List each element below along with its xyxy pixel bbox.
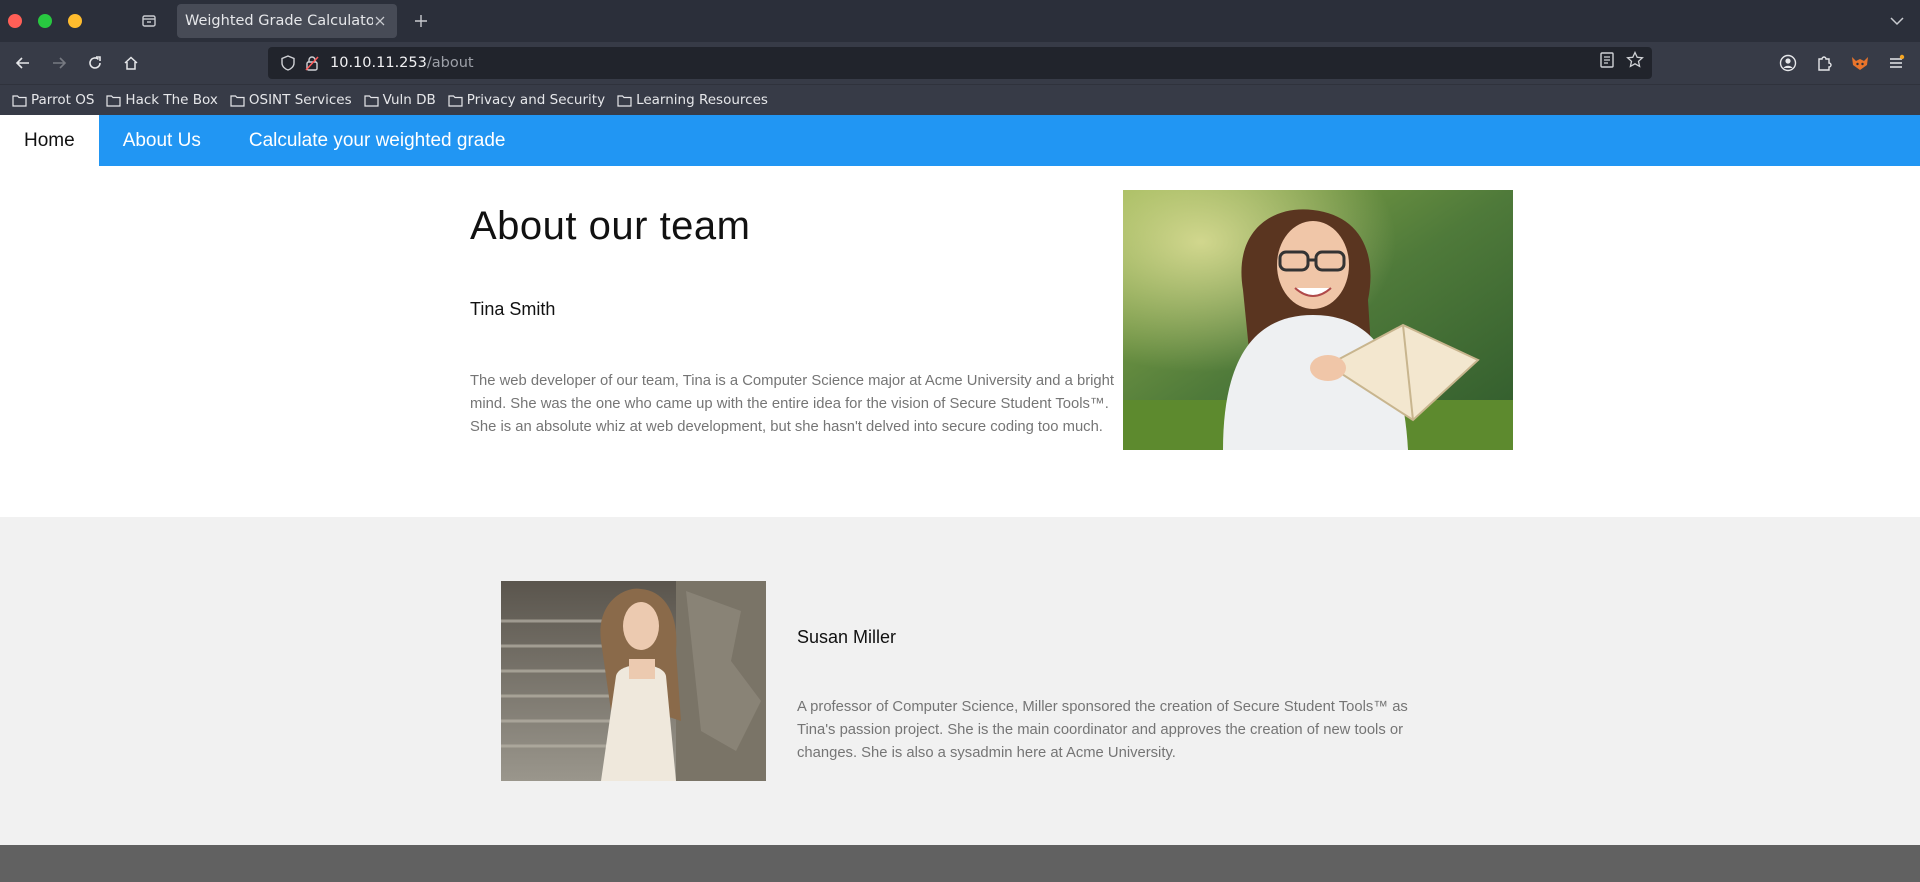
nav-about-us-link[interactable]: About Us	[99, 115, 225, 166]
bookmark-folder-parrot-os[interactable]: Parrot OS	[12, 92, 94, 108]
foxyproxy-extension-icon[interactable]	[1848, 51, 1872, 75]
susan-photo	[501, 581, 766, 781]
account-icon[interactable]	[1776, 51, 1800, 75]
back-arrow-icon[interactable]	[11, 51, 35, 75]
nav-home-link[interactable]: Home	[0, 115, 99, 166]
tab-overview-icon[interactable]	[138, 10, 160, 32]
member-description: A professor of Computer Science, Miller …	[797, 699, 1408, 761]
team-member-section-tina: About our team Tina Smith The web develo…	[0, 166, 1920, 517]
browser-tab-strip: Weighted Grade Calculator	[0, 0, 1920, 42]
tina-photo	[1123, 190, 1513, 450]
site-navigation: Home About Us Calculate your weighted gr…	[0, 115, 1920, 166]
home-icon[interactable]	[119, 51, 143, 75]
extensions-puzzle-icon[interactable]	[1812, 51, 1836, 75]
page-footer	[0, 845, 1920, 882]
nav-calculate-grade-link[interactable]: Calculate your weighted grade	[225, 115, 530, 166]
page-title: About our team	[470, 204, 751, 248]
bookmark-folder-hack-the-box[interactable]: Hack The Box	[106, 92, 218, 108]
folder-icon	[12, 94, 27, 107]
new-tab-icon[interactable]	[410, 10, 432, 32]
insecure-lock-icon[interactable]	[300, 51, 324, 75]
bookmark-label: OSINT Services	[248, 92, 352, 108]
folder-icon	[106, 94, 122, 107]
address-bar[interactable]: 10.10.11.253/about	[268, 47, 1652, 79]
browser-toolbar: 10.10.11.253/about	[0, 42, 1920, 84]
app-menu-icon[interactable]	[1884, 51, 1908, 75]
folder-icon	[448, 94, 463, 107]
shield-icon[interactable]	[276, 51, 300, 75]
bookmark-label: Learning Resources	[636, 92, 768, 108]
maximize-window-button[interactable]	[38, 14, 52, 28]
tab-list-chevron-icon[interactable]	[1888, 12, 1906, 30]
url-path: /about	[426, 55, 474, 71]
folder-icon	[617, 94, 632, 107]
member-description: The web developer of our team, Tina is a…	[470, 373, 1114, 435]
bookmark-folder-osint-services[interactable]: OSINT Services	[230, 92, 352, 108]
close-tab-icon[interactable]	[373, 14, 387, 28]
team-member-section-susan: Susan Miller A professor of Computer Sci…	[0, 517, 1920, 845]
forward-arrow-icon[interactable]	[47, 51, 71, 75]
bookmark-star-icon[interactable]	[1626, 50, 1644, 73]
folder-icon	[364, 94, 379, 107]
bookmark-label: Hack The Box	[125, 92, 218, 108]
reader-view-icon[interactable]	[1598, 51, 1616, 73]
reload-icon[interactable]	[83, 51, 107, 75]
bookmark-folder-privacy-and-security[interactable]: Privacy and Security	[448, 92, 605, 108]
member-name: Susan Miller	[797, 627, 897, 647]
url-host: 10.10.11.253	[330, 55, 427, 71]
browser-tab[interactable]: Weighted Grade Calculator	[177, 4, 397, 38]
bookmark-label: Privacy and Security	[466, 92, 606, 108]
folder-icon	[230, 94, 245, 107]
close-window-button[interactable]	[8, 14, 22, 28]
bookmark-label: Parrot OS	[31, 92, 95, 108]
bookmark-folder-vuln-db[interactable]: Vuln DB	[364, 92, 436, 108]
minimize-window-button[interactable]	[68, 14, 82, 28]
bookmarks-toolbar: Parrot OS Hack The Box OSINT Services Vu…	[0, 84, 1920, 115]
tab-title: Weighted Grade Calculator	[185, 13, 373, 29]
bookmark-folder-learning-resources[interactable]: Learning Resources	[617, 92, 768, 108]
bookmark-label: Vuln DB	[382, 92, 436, 108]
member-name: Tina Smith	[470, 299, 556, 319]
